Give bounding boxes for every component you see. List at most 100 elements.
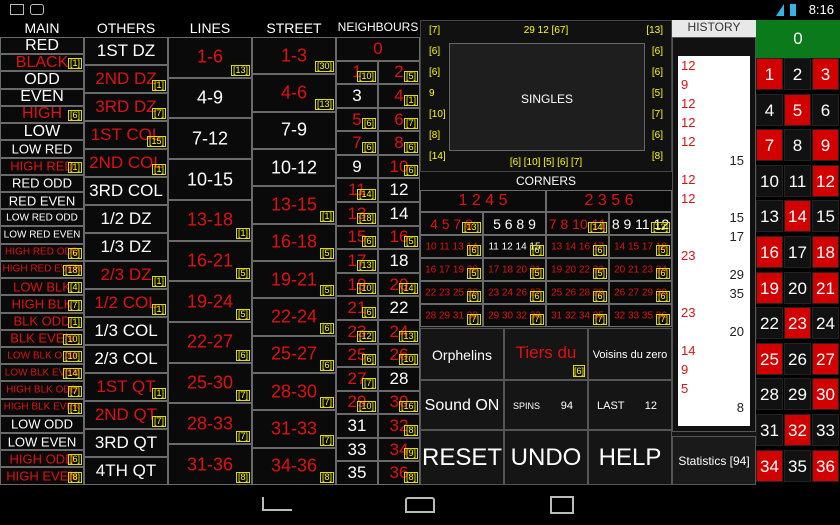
number-cell[interactable]: 14 <box>784 200 811 233</box>
street-bet[interactable]: 34-36 [8] <box>252 447 336 485</box>
neighbour-bet[interactable]: 8 [6] <box>378 131 420 155</box>
tiers-button[interactable]: Tiers du [6] <box>504 328 588 380</box>
neighbour-bet[interactable]: 34 [9] <box>378 437 420 462</box>
single-right[interactable]: [6] <box>652 67 663 78</box>
main-bet[interactable]: HIGH RED [1] <box>0 157 84 175</box>
street-bet[interactable]: 1-3 [30] <box>252 37 336 75</box>
number-cell[interactable]: 20 <box>784 271 811 304</box>
others-bet[interactable]: 2ND QT [7] <box>84 401 168 429</box>
corner-bet[interactable]: 20 21 23 24 [6] <box>609 258 672 281</box>
neighbour-bet[interactable]: 21 [6] <box>336 296 378 320</box>
neighbour-bet[interactable]: 13 [18] <box>336 202 378 226</box>
number-cell[interactable]: 27 <box>812 342 839 375</box>
neighbour-bet[interactable]: 15 [6] <box>336 225 378 250</box>
street-bet[interactable]: 19-21 [5] <box>252 260 336 299</box>
number-cell[interactable]: 23 <box>784 307 811 340</box>
corner-bet[interactable]: 23 24 26 27 [6] <box>483 281 546 304</box>
recents-icon[interactable] <box>550 496 574 514</box>
help-button[interactable]: HELP <box>588 430 672 485</box>
others-bet[interactable]: 2/3 DZ [1] <box>84 261 168 289</box>
others-bet[interactable]: 1ST QT [1] <box>84 373 168 401</box>
number-cell[interactable]: 22 <box>756 307 783 340</box>
neighbour-bet[interactable]: 31 <box>336 414 378 438</box>
single-left[interactable]: [14] <box>429 151 446 162</box>
orphelins-button[interactable]: Orphelins <box>420 328 504 380</box>
sound-toggle[interactable]: Sound ON <box>420 380 504 430</box>
home-icon[interactable] <box>405 497 435 513</box>
main-bet[interactable]: LOW RED <box>0 140 84 158</box>
main-bet[interactable]: HIGH ODD [6] <box>0 450 84 468</box>
number-cell[interactable]: 6 <box>812 93 839 126</box>
corner-bet[interactable]: 28 29 31 32 [7] <box>420 304 483 327</box>
single-left[interactable]: [8] <box>429 130 440 141</box>
street-bet[interactable]: 13-15 [1] <box>252 186 336 224</box>
neighbour-bet[interactable]: 3 <box>336 84 378 108</box>
single-left[interactable]: [7] <box>429 25 440 36</box>
number-cell[interactable]: 9 <box>812 129 839 162</box>
number-cell[interactable]: 29 <box>784 378 811 411</box>
neighbour-bet[interactable]: 18 <box>378 249 420 273</box>
number-cell[interactable]: 1 <box>756 58 783 90</box>
corner-bet[interactable]: 13 14 16 17 [6] <box>546 235 609 258</box>
single-left[interactable]: [6] <box>429 67 440 78</box>
main-bet[interactable]: BLACK [1] <box>0 54 84 72</box>
single-left[interactable]: 9 <box>429 88 435 99</box>
corner-bet[interactable]: 16 17 19 20 [5] <box>420 258 483 281</box>
street-bet[interactable]: 16-18 [5] <box>252 223 336 261</box>
main-bet[interactable]: LOW EVEN <box>0 433 84 451</box>
number-cell[interactable]: 26 <box>784 342 811 375</box>
main-bet[interactable]: HIGH BLK EVEN [1] <box>0 398 84 416</box>
neighbour-bet[interactable]: 24 [13] <box>378 319 420 344</box>
voisins-button[interactable]: Voisins du zero <box>588 328 672 380</box>
corner-bet[interactable]: 10 11 13 14 [6] <box>420 235 483 258</box>
corner-bet[interactable]: 26 27 29 30 [6] <box>609 281 672 304</box>
number-cell[interactable]: 15 <box>812 200 839 233</box>
others-bet[interactable]: 3RD QT <box>84 429 168 457</box>
line-bet[interactable]: 19-24 [5] <box>168 281 252 323</box>
main-bet[interactable]: RED EVEN <box>0 191 84 210</box>
singles-area[interactable]: SINGLES <box>449 43 645 151</box>
neighbour-bet[interactable]: 12 <box>378 178 420 203</box>
number-cell[interactable]: 25 <box>756 342 783 375</box>
zero-cell[interactable]: 0 <box>756 20 840 58</box>
main-bet[interactable]: BLK ODD [1] <box>0 312 84 330</box>
number-cell[interactable]: 31 <box>756 414 783 446</box>
main-bet[interactable]: RED <box>0 37 84 55</box>
corner-bet[interactable]: 31 32 34 35 [7] <box>546 304 609 327</box>
main-bet[interactable]: LOW <box>0 123 84 141</box>
neighbour-bet[interactable]: 14 <box>378 202 420 226</box>
main-bet[interactable]: HIGH BLK ODD [7] <box>0 381 84 399</box>
others-bet[interactable]: 1/2 COL [1] <box>84 289 168 317</box>
neighbour-bet[interactable]: 29 [10] <box>336 390 378 415</box>
number-cell[interactable]: 8 <box>784 129 811 162</box>
street-bet[interactable]: 22-24 [6] <box>252 298 336 336</box>
neighbour-bet[interactable]: 6 [7] <box>378 107 420 132</box>
street-bet[interactable]: 7-9 <box>252 111 336 149</box>
corner-bet[interactable]: 29 30 32 33 [7] <box>483 304 546 327</box>
single-left[interactable]: [6] <box>429 46 440 57</box>
single-mid[interactable]: [6] [10] [5] [6] [7] <box>461 157 631 168</box>
neighbour-bet[interactable]: 4 [1] <box>378 84 420 108</box>
main-bet[interactable]: RED ODD <box>0 174 84 192</box>
others-bet[interactable]: 1/3 COL <box>84 317 168 345</box>
corner-bet[interactable]: 5 6 8 9 <box>483 212 546 235</box>
others-bet[interactable]: 1ST DZ <box>84 37 168 65</box>
corner-bet[interactable]: 7 8 10 11 [14] <box>546 212 609 235</box>
corner-bet[interactable]: 11 12 14 15 [6] <box>483 235 546 258</box>
neighbour-bet[interactable]: 0 <box>336 37 420 61</box>
line-bet[interactable]: 1-6 [13] <box>168 37 252 78</box>
corner-bet[interactable]: 25 26 28 29 [6] <box>546 281 609 304</box>
number-cell[interactable]: 21 <box>812 271 839 304</box>
corner-bet[interactable]: 14 15 17 18 [5] <box>609 235 672 258</box>
number-cell[interactable]: 34 <box>756 449 783 482</box>
number-cell[interactable]: 4 <box>756 93 783 126</box>
number-cell[interactable]: 12 <box>812 164 839 197</box>
street-bet[interactable]: 25-27 [6] <box>252 335 336 373</box>
number-cell[interactable]: 5 <box>784 93 811 126</box>
corner-bet[interactable]: 19 20 22 23 [5] <box>546 258 609 281</box>
others-bet[interactable]: 3RD COL <box>84 177 168 205</box>
number-cell[interactable]: 10 <box>756 164 783 197</box>
others-bet[interactable]: 3RD DZ [7] <box>84 93 168 121</box>
neighbour-bet[interactable]: 7 [6] <box>336 131 378 155</box>
neighbour-bet[interactable]: 30 [16] <box>378 390 420 415</box>
